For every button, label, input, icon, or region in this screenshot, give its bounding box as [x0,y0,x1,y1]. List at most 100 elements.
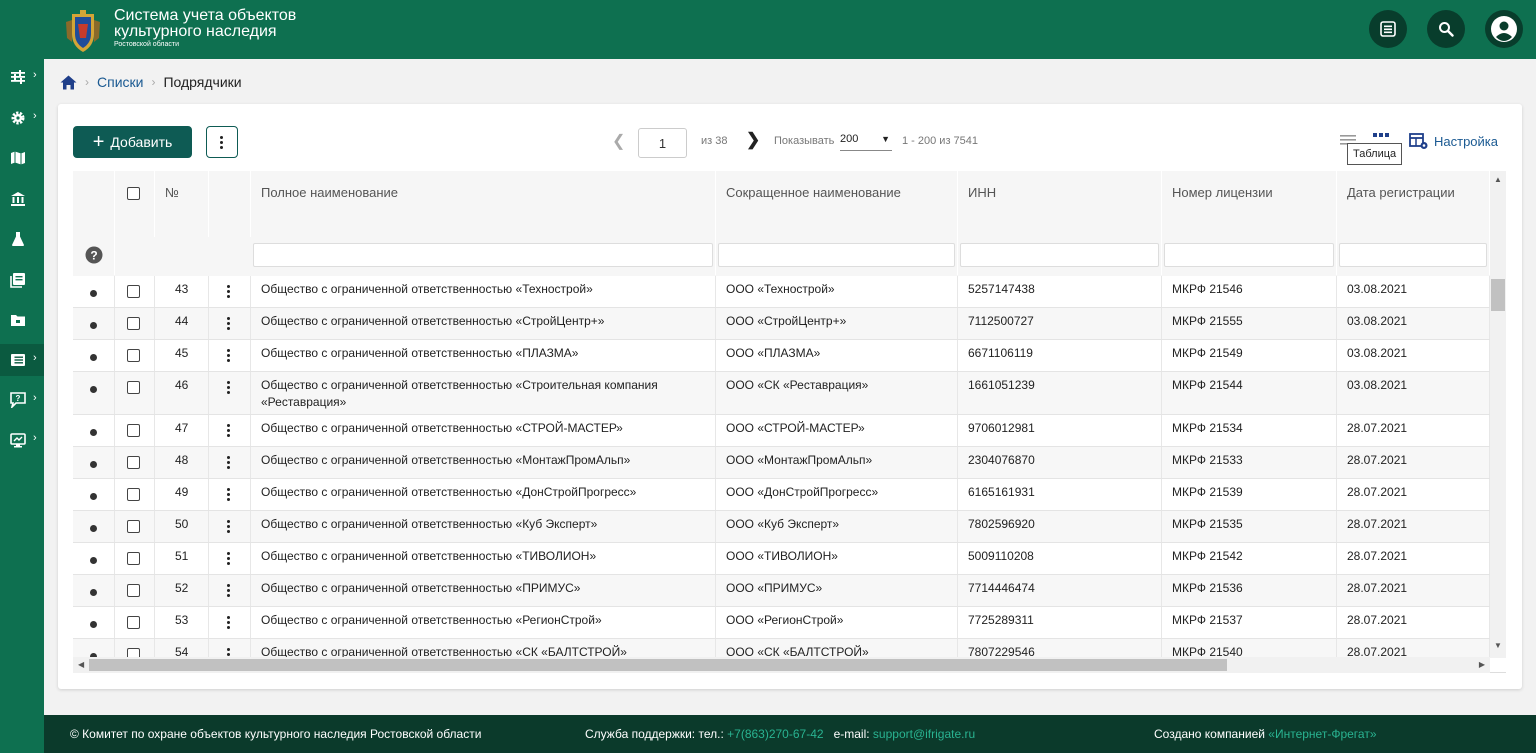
filter-short-name [716,237,958,275]
cell-full-name[interactable]: Общество с ограниченной ответственностью… [251,575,716,606]
column-registration-date[interactable]: Дата регистрации [1337,171,1490,237]
scroll-left-icon[interactable]: ◀ [78,660,84,669]
select-all-checkbox[interactable] [127,187,140,201]
breadcrumb-lists-link[interactable]: Списки [97,74,143,90]
cell-full-name[interactable]: Общество с ограниченной ответственностью… [251,372,716,414]
row-menu-icon[interactable] [227,550,231,567]
help-circle-icon[interactable]: ? [85,246,103,264]
row-menu-icon[interactable] [227,315,231,332]
row-checkbox[interactable] [127,616,140,630]
sidebar-item-lists[interactable]: › [0,344,44,376]
table-row[interactable]: 50 Общество с ограниченной ответственност… [73,511,1490,543]
scroll-up-icon[interactable]: ▲ [1494,175,1502,184]
footer-phone-link[interactable]: +7(863)270-67-42 [727,727,823,741]
row-menu-icon[interactable] [227,518,231,535]
row-checkbox[interactable] [127,381,140,395]
row-checkbox[interactable] [127,520,140,534]
row-menu-icon[interactable] [227,283,231,300]
vertical-scrollbar[interactable]: ▲ ▼ [1490,171,1506,658]
page-size-select[interactable]: 200 ▼ [840,133,892,151]
row-menu-icon[interactable] [227,454,231,471]
column-license-number[interactable]: Номер лицензии [1162,171,1337,237]
cell-date: 28.07.2021 [1337,447,1490,478]
table-row[interactable]: 46 Общество с ограниченной ответственност… [73,372,1490,415]
cell-full-name[interactable]: Общество с ограниченной ответственностью… [251,447,716,478]
sidebar-item-settings[interactable]: › [0,102,44,134]
table-row[interactable]: 43 Общество с ограниченной ответственност… [73,276,1490,308]
sidebar-item-map[interactable] [0,142,44,174]
cell-license: МКРФ 21542 [1162,543,1337,574]
sidebar-item-objects[interactable] [0,183,44,215]
settings-button[interactable]: Настройка [1409,133,1498,150]
sidebar-item-documents[interactable] [0,304,44,336]
row-menu-icon[interactable] [227,379,231,396]
cell-license: МКРФ 21544 [1162,372,1337,414]
user-account-button[interactable] [1485,10,1523,48]
sidebar-item-monitoring[interactable]: › [0,424,44,456]
table-row[interactable]: 51 Общество с ограниченной ответственност… [73,543,1490,575]
row-menu-icon[interactable] [227,486,231,503]
cell-full-name[interactable]: Общество с ограниченной ответственностью… [251,543,716,574]
table-row[interactable]: 45 Общество с ограниченной ответственност… [73,340,1490,372]
horizontal-scroll-thumb[interactable] [89,659,1227,671]
filter-license-input[interactable] [1164,243,1334,267]
app-header: Система учета объектов культурного насле… [0,0,1536,59]
vertical-scroll-thumb[interactable] [1491,279,1505,311]
column-inn[interactable]: ИНН [958,171,1162,237]
sidebar-item-research[interactable] [0,223,44,255]
svg-text:?: ? [90,249,97,263]
table-row[interactable]: 47 Общество с ограниченной ответственност… [73,415,1490,447]
row-checkbox[interactable] [127,285,140,299]
row-checkbox[interactable] [127,424,140,438]
cell-full-name[interactable]: Общество с ограниченной ответственностью… [251,308,716,339]
row-checkbox[interactable] [127,488,140,502]
footer-email-link[interactable]: support@ifrigate.ru [873,727,975,741]
table-row[interactable]: 53 Общество с ограниченной ответственност… [73,607,1490,639]
chevron-right-icon: › [33,432,37,444]
cell-full-name[interactable]: Общество с ограниченной ответственностью… [251,340,716,371]
row-checkbox[interactable] [127,456,140,470]
filter-short-name-input[interactable] [718,243,955,267]
row-menu-icon[interactable] [227,347,231,364]
row-checkbox[interactable] [127,317,140,331]
next-page-button[interactable]: ❯ [746,130,760,150]
cell-full-name[interactable]: Общество с ограниченной ответственностью… [251,276,716,307]
row-menu-icon[interactable] [227,614,231,631]
cell-full-name[interactable]: Общество с ограниченной ответственностью… [251,415,716,446]
more-actions-button[interactable] [206,126,238,158]
filter-full-name-input[interactable] [253,243,713,267]
table-row[interactable]: 49 Общество с ограниченной ответственност… [73,479,1490,511]
page-number-input[interactable] [638,128,687,158]
table-row[interactable]: 52 Общество с ограниченной ответственност… [73,575,1490,607]
row-menu-icon[interactable] [227,422,231,439]
cell-full-name[interactable]: Общество с ограниченной ответственностью… [251,479,716,510]
search-button[interactable] [1427,10,1465,48]
footer-company-link[interactable]: «Интернет-Фрегат» [1268,727,1376,741]
horizontal-scrollbar[interactable]: ◀ ▶ [73,657,1490,673]
filter-date-input[interactable] [1339,243,1487,267]
add-button[interactable]: + Добавить [73,126,192,158]
row-checkbox[interactable] [127,349,140,363]
scroll-down-icon[interactable]: ▼ [1494,641,1502,650]
cell-full-name[interactable]: Общество с ограниченной ответственностью… [251,511,716,542]
row-checkbox[interactable] [127,552,140,566]
column-full-name[interactable]: Полное наименование [251,171,716,237]
column-actions [209,171,251,237]
status-dot-icon [90,386,97,393]
catalog-button[interactable] [1369,10,1407,48]
sidebar-item-filters[interactable]: › [0,61,44,93]
row-checkbox[interactable] [127,584,140,598]
sidebar-item-help[interactable]: ? › [0,384,44,416]
cell-full-name[interactable]: Общество с ограниченной ответственностью… [251,607,716,638]
status-cell [73,340,115,371]
filter-inn-input[interactable] [960,243,1159,267]
column-number[interactable]: № [155,171,209,237]
sidebar-item-registry[interactable] [0,264,44,296]
prev-page-button[interactable]: ❮ [612,131,625,151]
scroll-right-icon[interactable]: ▶ [1479,660,1485,669]
row-menu-icon[interactable] [227,582,231,599]
home-icon[interactable] [60,75,77,90]
table-row[interactable]: 48 Общество с ограниченной ответственност… [73,447,1490,479]
table-row[interactable]: 44 Общество с ограниченной ответственност… [73,308,1490,340]
column-short-name[interactable]: Сокращенное наименование [716,171,958,237]
